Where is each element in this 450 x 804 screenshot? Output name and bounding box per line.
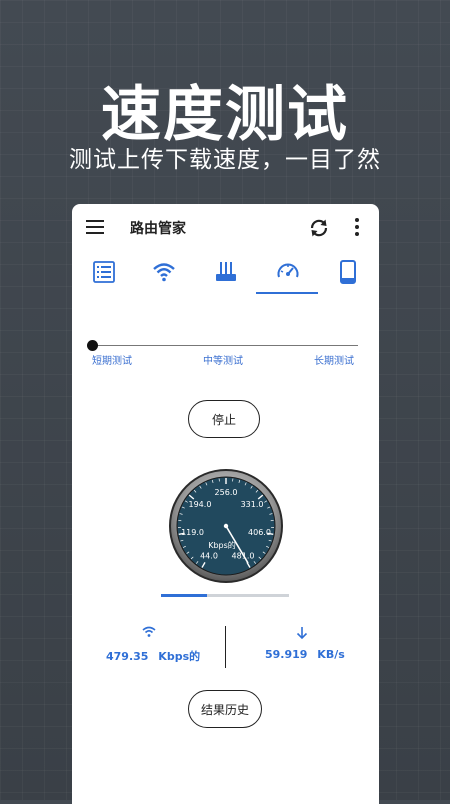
slider-thumb[interactable]	[87, 340, 98, 351]
tab-router[interactable]	[196, 254, 256, 294]
tab-wifi[interactable]	[134, 254, 194, 294]
arrow-down-icon	[296, 626, 308, 640]
gauge-hub	[224, 524, 228, 528]
upload-speed-unit: KB/s	[317, 648, 344, 661]
download-speed: 479.35 Kbps的	[106, 648, 200, 664]
router-icon	[214, 260, 238, 284]
test-duration-slider[interactable]	[92, 345, 358, 346]
tab-phone[interactable]	[318, 254, 378, 294]
test-progress-fill	[161, 594, 207, 597]
app-bar: 路由管家	[72, 204, 379, 252]
gauge-tick-label: 119.0	[181, 528, 204, 537]
download-speed-unit: Kbps的	[158, 650, 200, 663]
gauge-tick-label: 256.0	[215, 488, 238, 497]
stop-button[interactable]: 停止	[188, 400, 260, 438]
app-title: 路由管家	[130, 218, 186, 238]
wifi-icon	[152, 260, 176, 284]
phone-icon	[336, 260, 360, 284]
speedometer-icon	[276, 260, 300, 284]
speed-gauge: 44.0119.0194.0256.0331.0406.0481.0 Kbps的	[168, 468, 284, 584]
phone-screen: 路由管家	[72, 204, 379, 804]
test-progress-bar	[161, 594, 289, 597]
refresh-icon[interactable]	[308, 217, 330, 239]
slider-label-long[interactable]: 长期测试	[314, 352, 354, 367]
stats-divider	[225, 626, 226, 668]
upload-speed: 59.919 KB/s	[265, 648, 345, 661]
slider-label-medium[interactable]: 中等测试	[203, 352, 243, 367]
history-button[interactable]: 结果历史	[188, 690, 262, 728]
menu-icon[interactable]	[86, 220, 104, 234]
list-icon	[92, 260, 116, 284]
more-vertical-icon[interactable]	[354, 218, 360, 238]
tab-bar	[72, 254, 379, 296]
slider-label-short[interactable]: 短期测试	[92, 352, 132, 367]
gauge-tick-label: 44.0	[200, 551, 218, 560]
tab-speed[interactable]	[258, 254, 318, 294]
gauge-tick-label: 331.0	[241, 500, 264, 509]
gauge-tick-label: 406.0	[248, 528, 271, 537]
wifi-small-icon	[142, 626, 156, 638]
tab-list[interactable]	[74, 254, 134, 294]
tab-selected-indicator	[256, 292, 318, 294]
download-speed-value: 479.35	[106, 650, 148, 663]
hero-subtitle: 测试上传下载速度，一目了然	[0, 140, 450, 174]
upload-speed-value: 59.919	[265, 648, 307, 661]
gauge-tick-label: 194.0	[189, 500, 212, 509]
gauge-unit-label: Kbps的	[208, 540, 236, 550]
